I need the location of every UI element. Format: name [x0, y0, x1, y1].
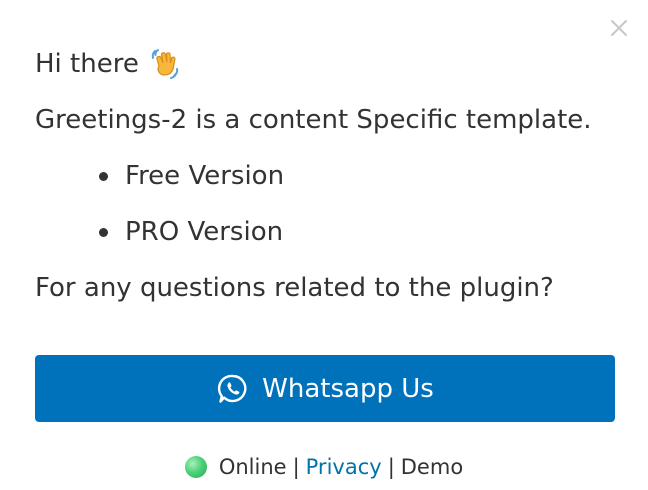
waving-hand-icon [149, 48, 181, 80]
status-text: Online [218, 455, 287, 479]
close-button[interactable] [609, 18, 629, 38]
chat-widget-popup: Hi there Greetings-2 is a content Specif… [0, 0, 648, 490]
whatsapp-us-button[interactable]: Whatsapp Us [35, 355, 615, 422]
whatsapp-icon [218, 374, 247, 403]
demo-text: Demo [400, 455, 464, 479]
list-item: PRO Version [99, 204, 625, 260]
greeting-line: Hi there [35, 36, 625, 92]
intro-text: Greetings-2 is a content Specific templa… [35, 105, 592, 135]
list-item: Free Version [99, 148, 625, 204]
feature-list: Free Version PRO Version [35, 148, 625, 260]
close-icon [611, 20, 627, 36]
online-status-icon [184, 456, 207, 478]
whatsapp-us-label: Whatsapp Us [262, 373, 434, 404]
privacy-link[interactable]: Privacy [306, 455, 382, 479]
separator: | [292, 455, 300, 479]
status-footer: Online | Privacy | Demo [0, 450, 648, 484]
question-text: For any questions related to the plugin? [35, 273, 554, 303]
greeting-text: Hi there [35, 49, 139, 79]
separator: | [387, 455, 395, 479]
message-content: Hi there Greetings-2 is a content Specif… [35, 36, 625, 316]
